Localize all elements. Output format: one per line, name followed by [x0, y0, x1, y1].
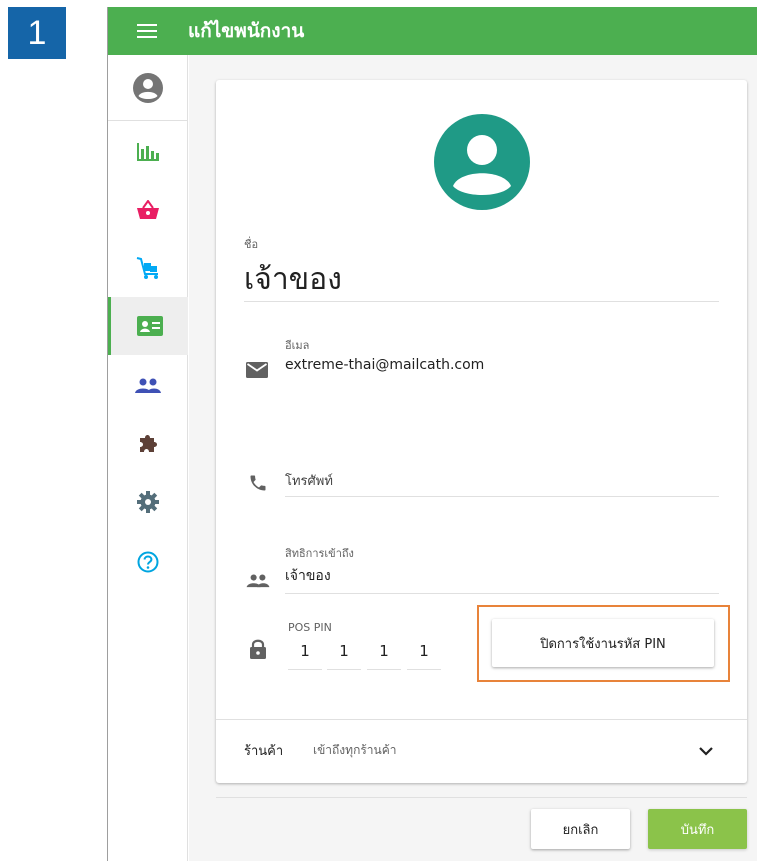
inventory-cart-icon[interactable] — [108, 239, 188, 297]
role-underline — [285, 593, 719, 594]
top-app-bar: แก้ไขพนักงาน — [108, 7, 757, 55]
employee-avatar-icon[interactable] — [433, 113, 531, 211]
pos-pin-label: POS PIN — [288, 621, 332, 634]
sidebar-divider — [108, 120, 188, 121]
save-button[interactable]: บันทึก — [648, 809, 747, 849]
pin-digit-3[interactable]: 1 — [367, 642, 401, 670]
store-access-select[interactable]: เข้าถึงทุกร้านค้า — [313, 741, 397, 760]
access-rights-label: สิทธิการเข้าถึง — [285, 547, 354, 560]
page-title: แก้ไขพนักงาน — [188, 20, 305, 42]
sidebar — [108, 55, 188, 861]
role-group-icon — [246, 573, 270, 592]
employee-badge-icon[interactable] — [108, 297, 188, 355]
email-icon — [246, 362, 268, 382]
shopping-basket-icon[interactable] — [108, 181, 188, 239]
customers-group-icon[interactable] — [108, 357, 188, 415]
pin-digit-1[interactable]: 1 — [288, 642, 322, 670]
store-divider — [216, 719, 747, 720]
phone-icon — [248, 473, 268, 497]
pin-digit-2[interactable]: 1 — [327, 642, 361, 670]
help-circle-icon[interactable] — [108, 533, 188, 591]
account-circle-icon[interactable] — [108, 59, 188, 117]
step-number-badge: 1 — [8, 7, 66, 59]
email-label: อีเมล — [285, 339, 310, 352]
employee-edit-card: ชื่อ เจ้าของ อีเมล extreme-thai@mailcath… — [216, 80, 747, 783]
chevron-down-icon[interactable] — [698, 742, 714, 761]
email-field[interactable]: extreme-thai@mailcath.com — [285, 357, 484, 373]
hamburger-menu-icon[interactable] — [137, 23, 159, 39]
access-role-select[interactable]: เจ้าของ — [285, 565, 331, 587]
footer-divider — [216, 797, 747, 798]
pin-digit-4[interactable]: 1 — [407, 642, 441, 670]
integrations-puzzle-icon[interactable] — [108, 415, 188, 473]
bar-chart-icon[interactable] — [108, 123, 188, 181]
cancel-button[interactable]: ยกเลิก — [531, 809, 630, 849]
employee-name-field[interactable]: เจ้าของ — [244, 256, 342, 303]
name-label: ชื่อ — [244, 238, 259, 251]
phone-field[interactable]: โทรศัพท์ — [285, 470, 333, 491]
name-underline — [244, 301, 719, 302]
settings-gear-icon[interactable] — [108, 473, 188, 531]
lock-icon — [249, 639, 267, 663]
disable-pin-button[interactable]: ปิดการใช้งานรหัส PIN — [492, 619, 714, 667]
store-label: ร้านค้า — [244, 744, 284, 759]
phone-underline — [285, 496, 719, 497]
